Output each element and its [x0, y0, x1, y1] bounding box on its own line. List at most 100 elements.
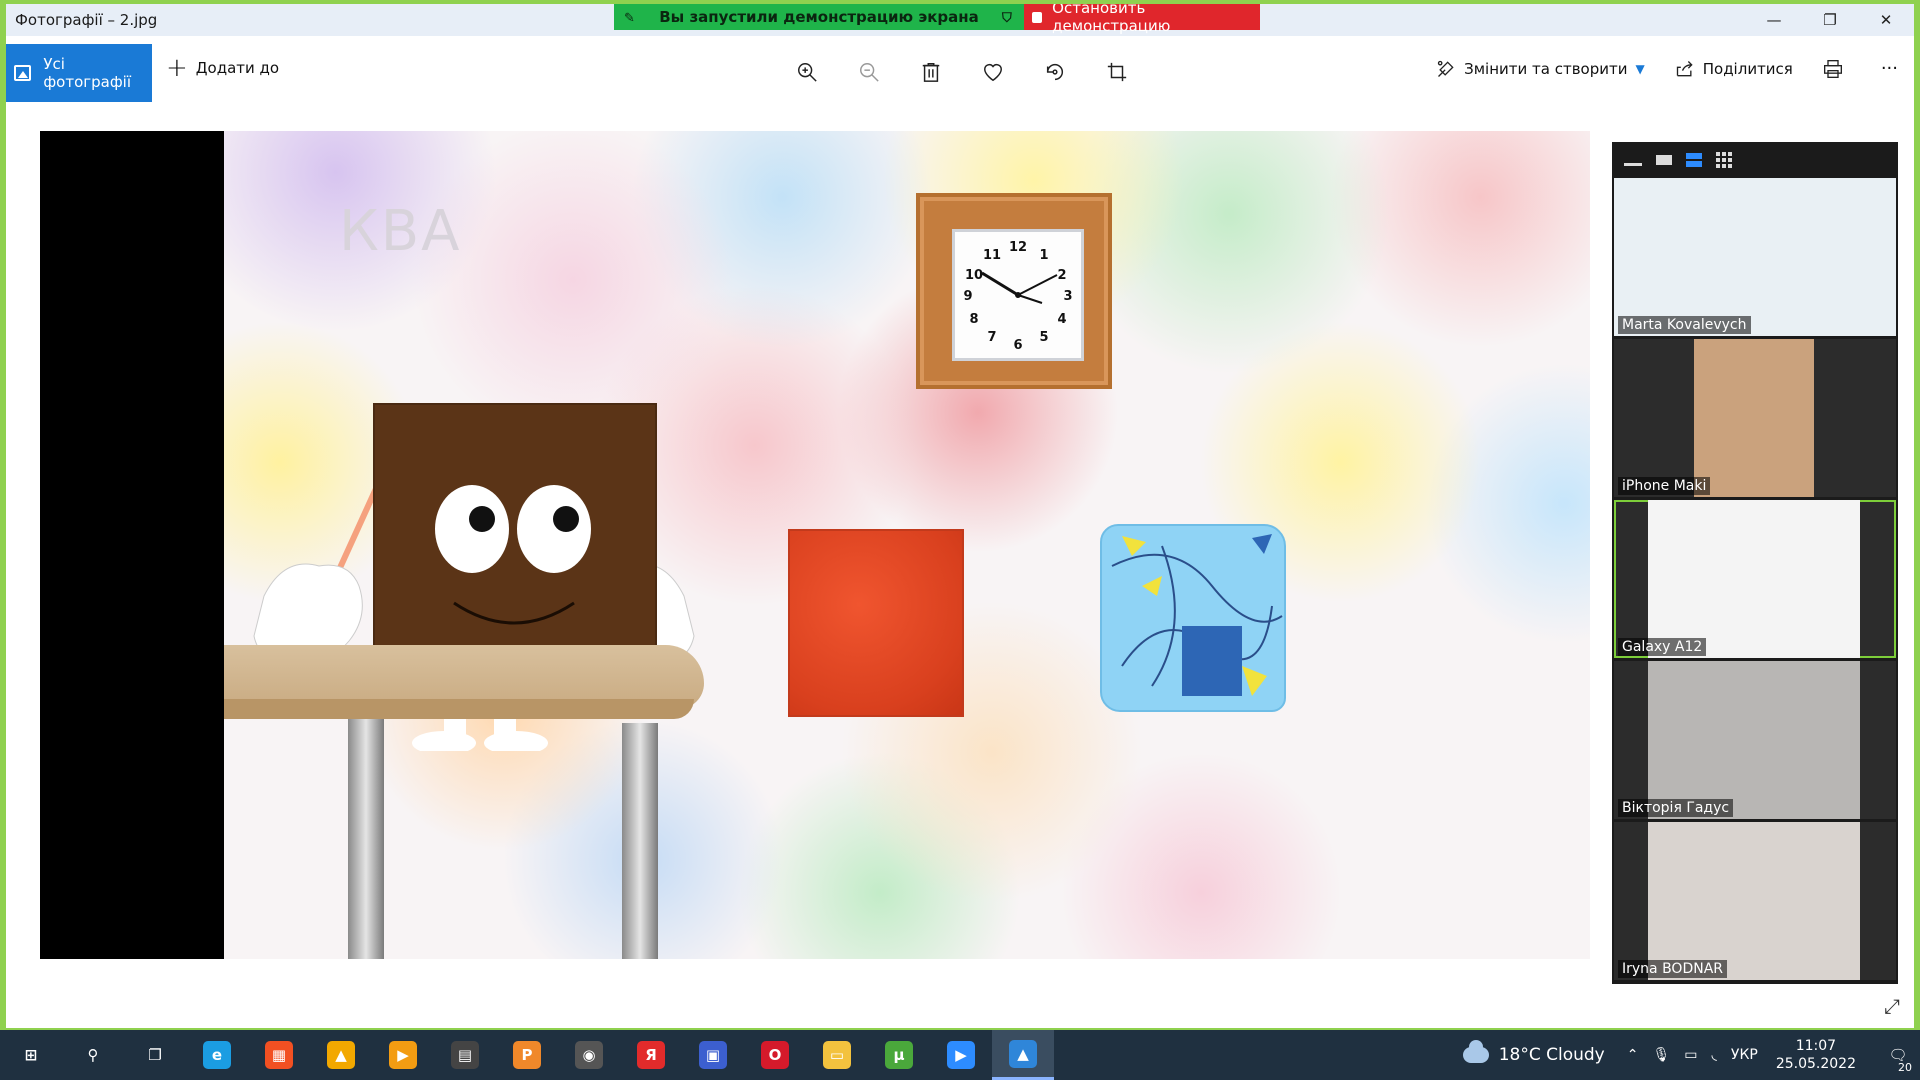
video-editor-icon: ▤	[451, 1041, 479, 1069]
stop-share-button[interactable]: Остановить демонстрацию	[1024, 4, 1260, 35]
delete-button[interactable]	[915, 56, 947, 88]
photos-icon: ▲	[1009, 1039, 1037, 1068]
screen-share-banner: ✎ Вы запустили демонстрацию экрана ⛉ Ост…	[614, 4, 1260, 35]
taskbar-store-button[interactable]: ▦	[248, 1030, 310, 1080]
all-photos-button[interactable]: Усі фотографії	[6, 44, 152, 102]
clock-time: 11:07	[1795, 1038, 1837, 1054]
svg-text:12: 12	[1009, 240, 1027, 255]
add-to-button[interactable]: + Додати до	[166, 53, 279, 83]
weather-text: 18°C Cloudy	[1498, 1045, 1605, 1065]
strip-view-icon[interactable]	[1686, 153, 1702, 167]
window-title: Фотографії – 2.jpg	[15, 11, 158, 29]
grid-view-icon[interactable]	[1716, 152, 1732, 168]
zoom-icon: ▶	[947, 1041, 975, 1069]
share-label: Поділитися	[1702, 59, 1793, 78]
taskbar-utorrent-button[interactable]: μ	[868, 1030, 930, 1080]
battery-icon[interactable]: ▭	[1684, 1047, 1697, 1063]
pdf-app-icon: P	[513, 1041, 541, 1069]
search-icon: ⚲	[87, 1046, 99, 1064]
start-icon: ⊞	[24, 1046, 38, 1064]
participant-tile[interactable]: Galaxy A12	[1614, 500, 1896, 658]
video-gallery: Marta Kovalevych iPhone Maki Galaxy A12 Вік…	[1612, 142, 1898, 984]
taskbar-yandex-button[interactable]: Я	[620, 1030, 682, 1080]
chevron-down-icon: ▼	[1635, 61, 1645, 76]
svg-text:2: 2	[1057, 268, 1066, 283]
slide-word: КВА	[339, 199, 462, 264]
taskbar-media-player-button[interactable]: ▶	[372, 1030, 434, 1080]
taskbar-start-button[interactable]: ⊞	[0, 1030, 62, 1080]
participant-name: Marta Kovalevych	[1618, 316, 1751, 334]
zoom-in-button[interactable]	[791, 56, 823, 88]
microphone-icon[interactable]: 🎙	[1652, 1047, 1670, 1063]
edit-create-button[interactable]: Змінити та створити ▼	[1436, 59, 1645, 79]
wifi-icon[interactable]: ◟	[1711, 1047, 1716, 1063]
zoom-out-button[interactable]	[853, 56, 885, 88]
taskbar-zoom-button[interactable]: ▶	[930, 1030, 992, 1080]
svg-text:8: 8	[969, 312, 978, 327]
share-button[interactable]: Поділитися	[1675, 59, 1793, 79]
plus-icon: +	[166, 53, 188, 83]
close-button[interactable]: ✕	[1858, 4, 1914, 36]
participant-video	[1648, 500, 1860, 658]
app-triangle-icon: ▲	[327, 1041, 355, 1069]
taskbar-search-button[interactable]: ⚲	[62, 1030, 124, 1080]
participant-name: Вікторія Гадус	[1618, 799, 1734, 817]
minimize-video-icon[interactable]	[1624, 162, 1642, 166]
notification-count: 20	[1896, 1061, 1914, 1074]
print-icon	[1823, 59, 1842, 78]
svg-text:1: 1	[1039, 248, 1048, 263]
toolbar-right: Змінити та створити ▼ Поділитися ···	[1436, 58, 1914, 79]
expand-icon[interactable]: ⤢	[1884, 994, 1900, 1018]
minimize-button[interactable]: —	[1746, 4, 1802, 36]
pillow-picture	[1100, 524, 1286, 712]
tray-icons: ⌃ 🎙 ▭ ◟ УКР	[1627, 1047, 1758, 1063]
taskbar-app-triangle-button[interactable]: ▲	[310, 1030, 372, 1080]
clock-date: 25.05.2022	[1775, 1056, 1856, 1072]
participant-name: Iryna BODNAR	[1618, 960, 1728, 978]
weather-widget[interactable]: 18°C Cloudy	[1462, 1040, 1605, 1065]
crop-button[interactable]	[1101, 56, 1133, 88]
taskbar-clock[interactable]: 11:07 25.05.2022	[1776, 1037, 1856, 1073]
clock-face: 12 1 2 3 45 6 78 9 10 11	[952, 229, 1084, 361]
rotate-icon	[1046, 63, 1064, 81]
taskbar-camera-app-button[interactable]: ◉	[558, 1030, 620, 1080]
taskbar-pdf-app-button[interactable]: P	[496, 1030, 558, 1080]
image-tools	[791, 56, 1133, 88]
participant-tile[interactable]: Вікторія Гадус	[1614, 661, 1896, 819]
favorite-button[interactable]	[977, 56, 1009, 88]
more-button[interactable]: ···	[1881, 58, 1898, 79]
share-status[interactable]: ✎ Вы запустили демонстрацию экрана ⛉	[614, 4, 1024, 30]
taskbar-file-explorer-button[interactable]: ▭	[806, 1030, 868, 1080]
pin-icon: ✎	[624, 11, 635, 26]
participant-tile[interactable]: iPhone Maki	[1614, 339, 1896, 497]
system-tray: 18°C Cloudy ⌃ 🎙 ▭ ◟ УКР 11:07 25.05.2022…	[1462, 1030, 1920, 1080]
maximize-button[interactable]: ❐	[1802, 4, 1858, 36]
svg-text:11: 11	[983, 248, 1001, 263]
language-indicator[interactable]: УКР	[1731, 1047, 1758, 1063]
participant-tile[interactable]: Iryna BODNAR	[1614, 822, 1896, 980]
taskbar-video-editor-button[interactable]: ▤	[434, 1030, 496, 1080]
taskbar-opera-button[interactable]: O	[744, 1030, 806, 1080]
taskbar-task-view-button[interactable]: ❐	[124, 1030, 186, 1080]
single-video-icon[interactable]	[1656, 155, 1672, 165]
taskbar-photos-button[interactable]: ▲	[992, 1030, 1054, 1080]
taskbar-save-app-button[interactable]: ▣	[682, 1030, 744, 1080]
store-icon: ▦	[265, 1041, 293, 1069]
svg-text:6: 6	[1013, 338, 1022, 353]
media-player-icon: ▶	[389, 1041, 417, 1069]
rotate-button[interactable]	[1039, 56, 1071, 88]
clock-dial-icon: 12 12 3 45 6 78 9 1011	[963, 240, 1072, 353]
participant-video	[1694, 339, 1814, 497]
taskbar-edge-button[interactable]: e	[186, 1030, 248, 1080]
notifications-button[interactable]: 🗨 20	[1876, 1030, 1920, 1080]
chevron-up-icon[interactable]: ⌃	[1627, 1047, 1639, 1063]
photo-canvas[interactable]: КВА 12 1 2 3 4 5 6 7 8 9 10 11	[40, 131, 1590, 959]
print-button[interactable]	[1823, 59, 1851, 79]
edge-icon: e	[203, 1041, 231, 1069]
svg-text:5: 5	[1039, 330, 1048, 345]
participant-name: Galaxy A12	[1618, 638, 1707, 656]
share-icon	[1676, 60, 1693, 76]
participant-video	[1648, 822, 1860, 980]
participant-tile[interactable]: Marta Kovalevych	[1614, 178, 1896, 336]
window-controls: — ❐ ✕	[1746, 4, 1914, 36]
